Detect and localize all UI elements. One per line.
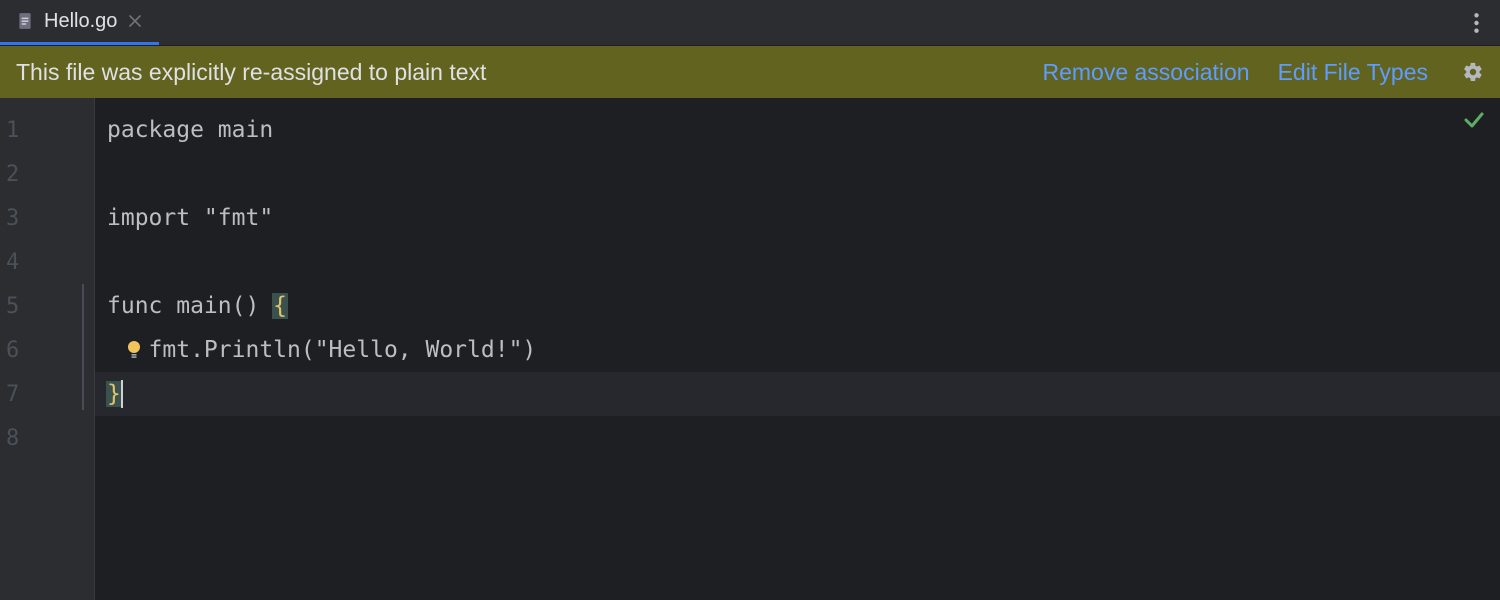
code-area[interactable]: package main import "fmt" func main() { …	[95, 98, 1500, 600]
code-line	[95, 240, 1500, 284]
edit-file-types-link[interactable]: Edit File Types	[1278, 59, 1428, 86]
notification-bar: This file was explicitly re-assigned to …	[0, 46, 1500, 98]
line-number: 7	[0, 372, 94, 416]
open-brace: {	[272, 293, 288, 319]
close-brace: }	[106, 381, 122, 407]
code-line	[95, 416, 1500, 460]
tab-bar: Hello.go	[0, 0, 1500, 46]
line-number: 8	[0, 416, 94, 460]
notification-message: This file was explicitly re-assigned to …	[16, 59, 1014, 86]
code-line	[95, 152, 1500, 196]
gear-icon[interactable]	[1462, 61, 1484, 83]
line-number: 5	[0, 284, 94, 328]
block-marker	[82, 284, 84, 410]
remove-association-link[interactable]: Remove association	[1042, 59, 1249, 86]
code-line: fmt.Println("Hello, World!")	[95, 328, 1500, 372]
line-number: 3	[0, 196, 94, 240]
code-editor[interactable]: 1 2 3 4 5 6 7 8 package main import "fmt…	[0, 98, 1500, 600]
caret	[121, 380, 123, 408]
checkmark-icon[interactable]	[1462, 108, 1486, 132]
line-number: 6	[0, 328, 94, 372]
line-number: 2	[0, 152, 94, 196]
close-icon[interactable]	[127, 13, 143, 29]
lightbulb-icon[interactable]	[125, 341, 143, 359]
code-line: package main	[95, 108, 1500, 152]
file-icon	[16, 12, 34, 30]
file-tab[interactable]: Hello.go	[0, 0, 159, 45]
code-line: }	[95, 372, 1500, 416]
tab-filename: Hello.go	[44, 10, 117, 33]
code-line: import "fmt"	[95, 196, 1500, 240]
gutter: 1 2 3 4 5 6 7 8	[0, 98, 95, 600]
line-number: 4	[0, 240, 94, 284]
code-line: func main() {	[95, 284, 1500, 328]
kebab-menu-icon[interactable]	[1466, 9, 1486, 37]
line-number: 1	[0, 108, 94, 152]
